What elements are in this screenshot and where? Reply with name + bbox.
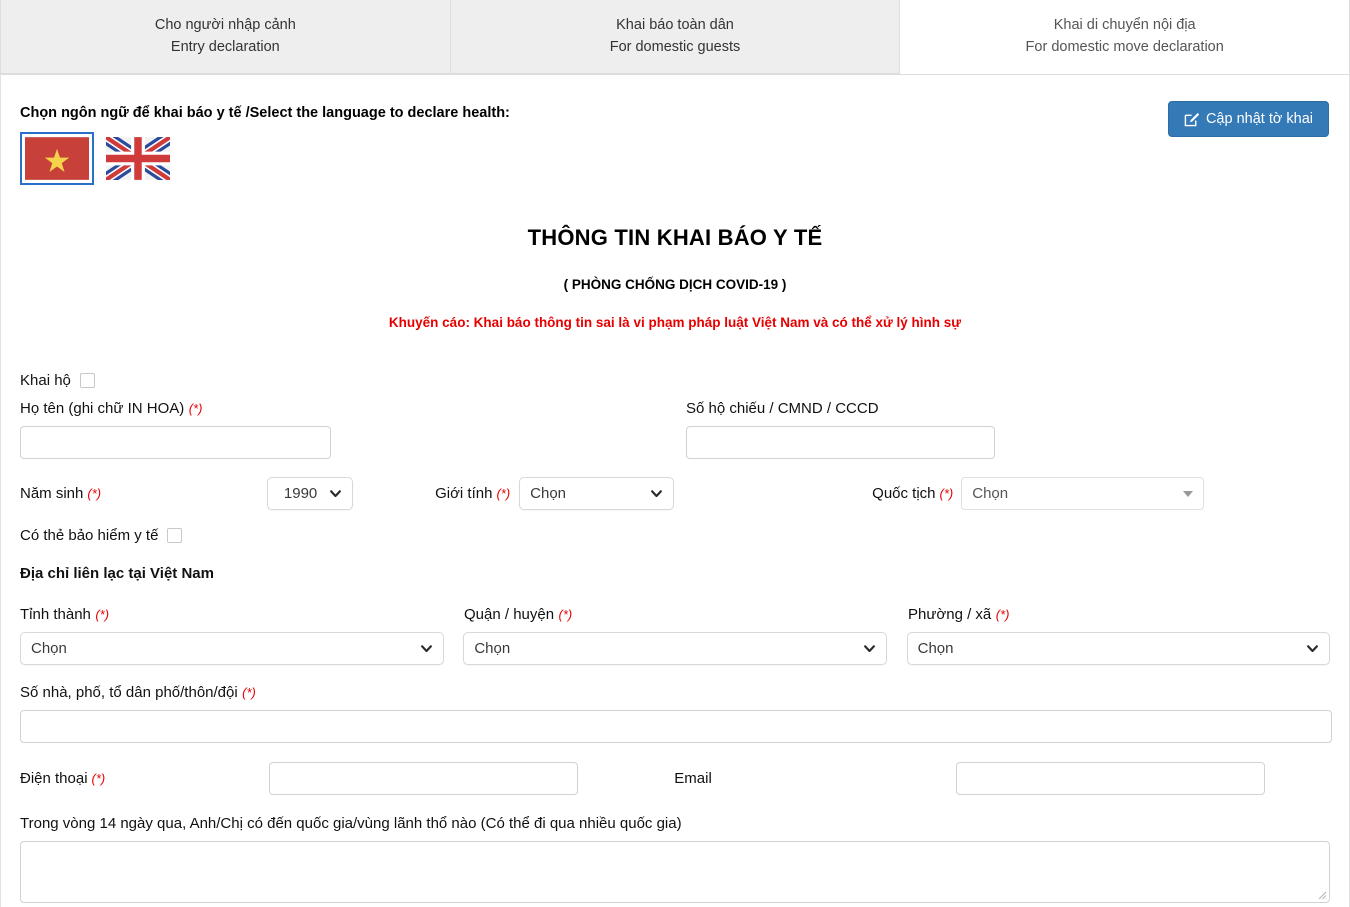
- tab-domestic-move-label-en: For domestic move declaration: [1025, 38, 1224, 55]
- tab-domestic-guests-label-en: For domestic guests: [609, 38, 741, 55]
- ward-required-mark: (*): [995, 607, 1010, 622]
- street-address-label: Số nhà, phố, tổ dân phố/thôn/đội: [20, 684, 238, 701]
- chevron-down-icon: [1306, 642, 1319, 655]
- language-flag-group: [20, 132, 1330, 185]
- street-address-label-row: Số nhà, phố, tổ dân phố/thôn/đội (*): [20, 684, 1330, 702]
- birth-gender-nationality-row: Năm sinh (*) 1990 Giới tính (*) Chọn Quố…: [20, 477, 1330, 510]
- page-title: THÔNG TIN KHAI BÁO Y TẾ: [527, 225, 823, 250]
- update-declaration-button-label: Cập nhật tờ khai: [1205, 111, 1313, 127]
- chevron-down-icon: [863, 642, 876, 655]
- ward-select[interactable]: Chọn: [906, 632, 1330, 665]
- full-name-input[interactable]: [20, 426, 331, 459]
- tab-domestic-move-label-vi: Khai di chuyển nội địa: [1053, 17, 1196, 34]
- update-declaration-button[interactable]: Cập nhật tờ khai: [1167, 101, 1329, 137]
- street-address-input[interactable]: [20, 710, 1332, 743]
- tab-domestic-guests[interactable]: Khai báo toàn dân For domestic guests: [450, 0, 901, 74]
- district-required-mark: (*): [558, 607, 573, 622]
- phone-label: Điện thoại: [20, 770, 88, 787]
- province-select[interactable]: Chọn: [20, 632, 444, 665]
- health-declaration-page: Cho người nhập cảnh Entry declaration Kh…: [0, 0, 1350, 907]
- address-labels-row: Tỉnh thành (*) Quận / huyện (*) Phường /…: [20, 606, 1330, 624]
- passport-input[interactable]: [686, 426, 995, 459]
- health-insurance-checkbox[interactable]: [167, 528, 183, 543]
- ward-value: Chọn: [917, 640, 954, 657]
- page-subtitle: ( PHÒNG CHỐNG DỊCH COVID-19 ): [563, 277, 787, 292]
- full-name-label: Họ tên (ghi chữ IN HOA): [20, 400, 185, 417]
- address-selects-row: Chọn Chọn Chọn: [20, 632, 1330, 665]
- declaration-content: Chọn ngôn ngữ để khai báo y tế /Select t…: [0, 75, 1350, 907]
- travel-history-field: [20, 841, 1330, 903]
- gender-required-mark: (*): [496, 486, 511, 501]
- declare-for-other-checkbox[interactable]: [79, 373, 95, 388]
- chevron-down-icon: [650, 487, 663, 500]
- district-label: Quận / huyện: [464, 606, 555, 623]
- nationality-select[interactable]: Chọn: [961, 477, 1205, 510]
- language-option-vietnamese[interactable]: [20, 132, 94, 185]
- edit-square-icon: [1184, 112, 1199, 126]
- gender-label: Giới tính: [435, 485, 493, 502]
- travel-history-label-row: Trong vòng 14 ngày qua, Anh/Chị có đến q…: [20, 815, 1330, 833]
- health-insurance-label: Có thẻ bảo hiểm y tế: [20, 527, 159, 544]
- birth-year-select[interactable]: 1990: [267, 477, 354, 510]
- email-label: Email: [674, 770, 712, 787]
- tab-entry-declaration-label-vi: Cho người nhập cảnh: [154, 17, 296, 34]
- phone-email-row: Điện thoại (*) Email: [20, 762, 1330, 795]
- chevron-down-icon: [420, 642, 433, 655]
- gender-select[interactable]: Chọn: [519, 477, 675, 510]
- birth-year-required-mark: (*): [87, 486, 102, 501]
- full-name-required-mark: (*): [188, 401, 203, 416]
- street-address-required-mark: (*): [242, 685, 256, 700]
- vietnam-flag-icon: [25, 137, 89, 180]
- language-option-english[interactable]: [101, 132, 175, 185]
- name-passport-inputs-row: [20, 426, 1330, 459]
- travel-history-textarea[interactable]: [20, 841, 1330, 903]
- chevron-down-icon: [329, 487, 342, 500]
- address-section-heading: Địa chỉ liên lạc tại Việt Nam: [20, 565, 214, 582]
- declaration-type-tabs: Cho người nhập cảnh Entry declaration Kh…: [0, 0, 1350, 75]
- province-label: Tỉnh thành: [20, 606, 91, 623]
- birth-year-value: 1990: [283, 485, 318, 502]
- province-required-mark: (*): [95, 607, 110, 622]
- uk-flag-icon: [106, 137, 170, 180]
- name-passport-labels-row: Họ tên (ghi chữ IN HOA) (*) Số hộ chiếu …: [20, 400, 1330, 418]
- phone-input[interactable]: [269, 762, 579, 795]
- language-selector-label: Chọn ngôn ngữ để khai báo y tế /Select t…: [20, 105, 510, 121]
- nationality-value: Chọn: [972, 485, 1009, 502]
- health-insurance-row: Có thẻ bảo hiểm y tế: [20, 527, 1330, 544]
- tab-domestic-move[interactable]: Khai di chuyển nội địa For domestic move…: [900, 0, 1350, 74]
- phone-required-mark: (*): [91, 771, 106, 786]
- travel-history-label: Trong vòng 14 ngày qua, Anh/Chị có đến q…: [20, 815, 682, 832]
- tab-entry-declaration[interactable]: Cho người nhập cảnh Entry declaration: [0, 0, 451, 74]
- district-value: Chọn: [474, 640, 511, 657]
- email-input[interactable]: [955, 762, 1265, 795]
- declare-for-other-label: Khai hộ: [20, 372, 71, 389]
- nationality-label: Quốc tịch: [872, 485, 936, 502]
- province-value: Chọn: [31, 640, 67, 657]
- gender-value: Chọn: [530, 485, 567, 502]
- passport-label: Số hộ chiếu / CMND / CCCD: [686, 400, 879, 417]
- nationality-required-mark: (*): [939, 486, 954, 501]
- caret-down-icon: [1183, 490, 1194, 497]
- declaration-form: Khai hộ Họ tên (ghi chữ IN HOA) (*) Số h…: [20, 372, 1332, 903]
- legal-warning-text: Khuyến cáo: Khai báo thông tin sai là vi…: [388, 315, 962, 330]
- district-select[interactable]: Chọn: [463, 632, 888, 665]
- birth-year-label: Năm sinh: [20, 485, 84, 502]
- ward-label: Phường / xã: [908, 606, 992, 623]
- tab-entry-declaration-label-en: Entry declaration: [170, 38, 280, 55]
- declare-for-other-row: Khai hộ: [20, 372, 1330, 389]
- tab-domestic-guests-label-vi: Khai báo toàn dân: [616, 17, 734, 34]
